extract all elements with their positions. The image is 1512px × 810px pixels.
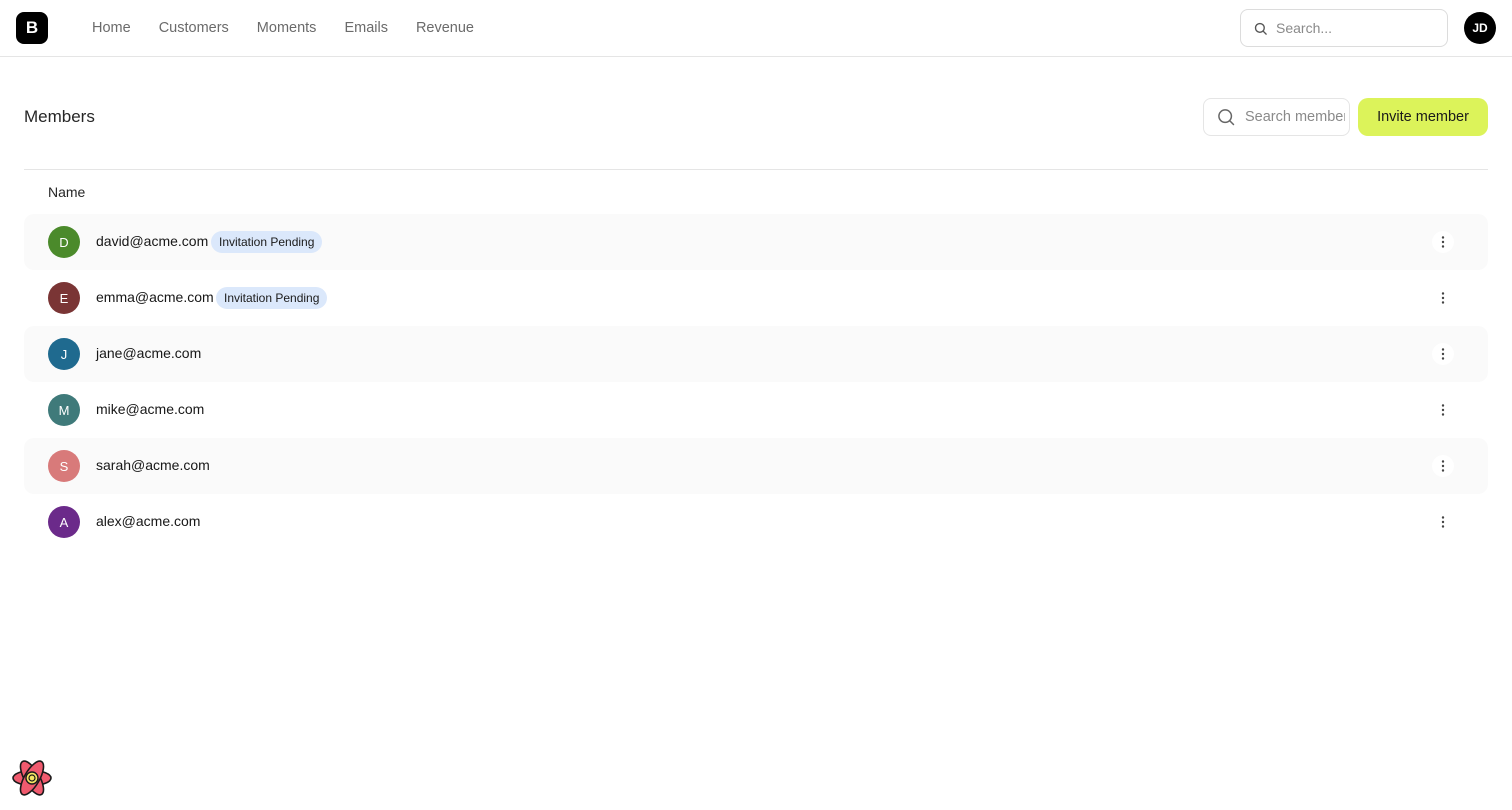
search-icon bbox=[1218, 109, 1235, 126]
member-avatar: J bbox=[48, 338, 80, 370]
page-header: Members Invite member bbox=[24, 98, 1488, 136]
global-search-input[interactable] bbox=[1276, 20, 1426, 36]
members-list: D david@acme.com Invitation Pending E em… bbox=[24, 214, 1488, 550]
user-avatar[interactable]: JD bbox=[1464, 12, 1496, 44]
member-row: D david@acme.com Invitation Pending bbox=[24, 214, 1488, 270]
page-title: Members bbox=[24, 107, 95, 126]
member-email: mike@acme.com bbox=[96, 401, 205, 417]
member-avatar: E bbox=[48, 282, 80, 314]
more-options-button[interactable] bbox=[1432, 231, 1454, 253]
more-vertical-icon bbox=[1441, 460, 1445, 472]
member-avatar: S bbox=[48, 450, 80, 482]
search-icon bbox=[1254, 22, 1267, 35]
member-email: jane@acme.com bbox=[96, 345, 202, 361]
nav-item-emails[interactable]: Emails bbox=[344, 20, 388, 36]
more-vertical-icon bbox=[1441, 348, 1445, 360]
nav-item-home[interactable]: Home bbox=[92, 20, 131, 36]
nav-item-customers[interactable]: Customers bbox=[159, 20, 229, 36]
app-logo[interactable]: B bbox=[16, 12, 48, 44]
nav-item-moments[interactable]: Moments bbox=[257, 20, 317, 36]
nav-item-revenue[interactable]: Revenue bbox=[416, 20, 474, 36]
member-search-input[interactable] bbox=[1245, 109, 1345, 125]
more-vertical-icon bbox=[1441, 516, 1445, 528]
member-row: S sarah@acme.com bbox=[24, 438, 1488, 494]
global-search[interactable] bbox=[1240, 9, 1448, 47]
more-vertical-icon bbox=[1441, 236, 1445, 248]
main-nav: Home Customers Moments Emails Revenue bbox=[92, 0, 502, 56]
status-badge: Invitation Pending bbox=[211, 231, 323, 253]
member-row: E emma@acme.com Invitation Pending bbox=[24, 270, 1488, 326]
member-email: david@acme.com bbox=[96, 233, 209, 249]
more-options-button[interactable] bbox=[1432, 399, 1454, 421]
header-divider bbox=[24, 169, 1488, 170]
invite-member-button[interactable]: Invite member bbox=[1358, 98, 1488, 136]
more-options-button[interactable] bbox=[1432, 455, 1454, 477]
member-avatar: M bbox=[48, 394, 80, 426]
top-navigation-bar: B Home Customers Moments Emails Revenue … bbox=[0, 0, 1512, 57]
member-email: alex@acme.com bbox=[96, 513, 201, 529]
member-row: M mike@acme.com bbox=[24, 382, 1488, 438]
react-logo-icon[interactable] bbox=[11, 757, 53, 799]
more-options-button[interactable] bbox=[1432, 343, 1454, 365]
more-options-button[interactable] bbox=[1432, 287, 1454, 309]
more-vertical-icon bbox=[1441, 404, 1445, 416]
member-search[interactable] bbox=[1203, 98, 1350, 136]
more-vertical-icon bbox=[1441, 292, 1445, 304]
member-avatar: A bbox=[48, 506, 80, 538]
member-row: A alex@acme.com bbox=[24, 494, 1488, 550]
member-row: J jane@acme.com bbox=[24, 326, 1488, 382]
member-avatar: D bbox=[48, 226, 80, 258]
member-email: emma@acme.com bbox=[96, 289, 214, 305]
member-email: sarah@acme.com bbox=[96, 457, 210, 473]
status-badge: Invitation Pending bbox=[216, 287, 328, 309]
more-options-button[interactable] bbox=[1432, 511, 1454, 533]
column-header-name: Name bbox=[48, 184, 86, 200]
